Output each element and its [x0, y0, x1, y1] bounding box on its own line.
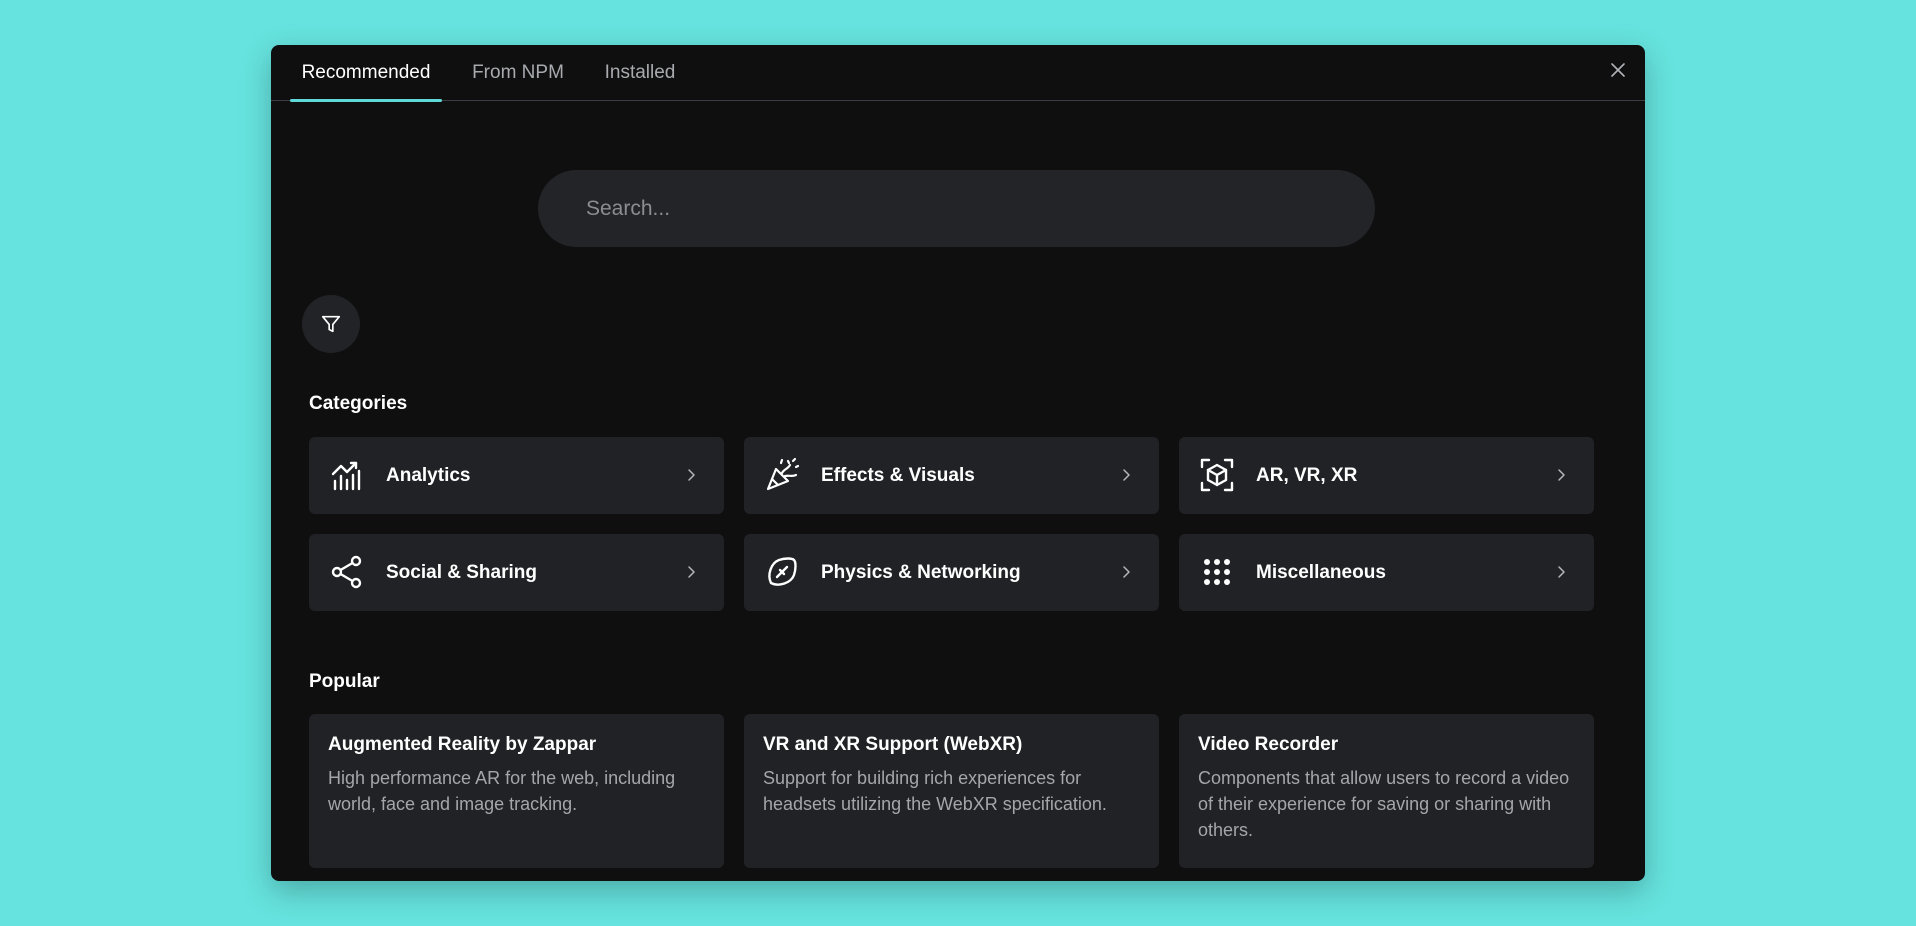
ar-cube-icon: [1199, 457, 1235, 493]
tab-installed[interactable]: Installed: [599, 45, 681, 101]
chevron-right-icon: [1558, 566, 1565, 578]
close-icon: [1611, 63, 1625, 77]
category-effects-visuals[interactable]: Effects & Visuals: [744, 437, 1159, 514]
category-ar-vr-xr[interactable]: AR, VR, XR: [1179, 437, 1594, 514]
category-label: Miscellaneous: [1256, 561, 1386, 583]
tab-from-npm[interactable]: From NPM: [465, 45, 571, 101]
category-label: Effects & Visuals: [821, 464, 975, 486]
chevron-right-icon: [688, 566, 695, 578]
chevron-right-icon: [1558, 469, 1565, 481]
category-label: Social & Sharing: [386, 561, 537, 583]
popular-card-title: Video Recorder: [1198, 734, 1339, 755]
grid-dots-icon: [1199, 554, 1235, 590]
analytics-icon: [329, 457, 365, 493]
chevron-right-icon: [1123, 566, 1130, 578]
chevron-right-icon: [688, 469, 695, 481]
category-label: Analytics: [386, 464, 471, 486]
tab-bar: Recommended From NPM Installed: [271, 45, 1645, 102]
popular-card-description: High performance AR for the web, includi…: [328, 768, 676, 814]
search-input[interactable]: [538, 170, 1375, 247]
filter-icon: [321, 315, 341, 333]
popular-card-description: Components that allow users to record a …: [1198, 768, 1570, 840]
category-label: Physics & Networking: [821, 561, 1021, 583]
popular-card-webxr[interactable]: VR and XR Support (WebXR) Support for bu…: [744, 714, 1159, 868]
category-physics-networking[interactable]: Physics & Networking: [744, 534, 1159, 611]
party-popper-icon: [764, 457, 800, 493]
tab-recommended[interactable]: Recommended: [290, 45, 442, 102]
share-icon: [329, 554, 365, 590]
chevron-right-icon: [1123, 469, 1130, 481]
category-miscellaneous[interactable]: Miscellaneous: [1179, 534, 1594, 611]
category-social-sharing[interactable]: Social & Sharing: [309, 534, 724, 611]
popular-card-zappar[interactable]: Augmented Reality by Zappar High perform…: [309, 714, 724, 868]
filter-button[interactable]: [302, 295, 360, 353]
component-library-dialog: Recommended From NPM Installed Categorie…: [271, 45, 1645, 881]
close-button[interactable]: [1607, 59, 1629, 81]
popular-card-description: Support for building rich experiences fo…: [763, 768, 1107, 814]
football-icon: [764, 554, 800, 590]
categories-heading: Categories: [309, 393, 408, 414]
popular-heading: Popular: [309, 671, 380, 692]
popular-card-title: VR and XR Support (WebXR): [763, 734, 1023, 755]
popular-card-title: Augmented Reality by Zappar: [328, 734, 597, 755]
popular-card-video-recorder[interactable]: Video Recorder Components that allow use…: [1179, 714, 1594, 868]
category-label: AR, VR, XR: [1256, 464, 1358, 486]
category-analytics[interactable]: Analytics: [309, 437, 724, 514]
